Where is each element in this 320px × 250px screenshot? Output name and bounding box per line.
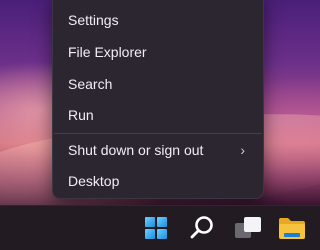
menu-separator bbox=[54, 133, 262, 134]
menu-item-file-explorer[interactable]: File Explorer bbox=[53, 37, 263, 67]
file-explorer-icon bbox=[279, 218, 305, 239]
menu-item-shut-down-or-sign-out[interactable]: Shut down or sign out › bbox=[53, 135, 263, 165]
search-button[interactable] bbox=[186, 212, 218, 244]
menu-item-label: Settings bbox=[68, 12, 119, 28]
file-explorer-taskbar-button[interactable] bbox=[276, 212, 308, 244]
menu-item-search[interactable]: Search bbox=[53, 69, 263, 99]
power-user-menu: Settings File Explorer Search Run Shut d… bbox=[52, 0, 264, 199]
menu-item-label: Desktop bbox=[68, 173, 120, 189]
menu-item-settings[interactable]: Settings bbox=[53, 5, 263, 35]
search-icon bbox=[190, 216, 213, 239]
taskbar bbox=[0, 205, 320, 250]
menu-item-desktop[interactable]: Desktop bbox=[53, 166, 263, 196]
menu-item-label: File Explorer bbox=[68, 44, 147, 60]
screen: Settings File Explorer Search Run Shut d… bbox=[0, 0, 320, 250]
menu-item-label: Run bbox=[68, 107, 94, 123]
windows-start-icon bbox=[145, 217, 167, 239]
menu-item-run[interactable]: Run bbox=[53, 100, 263, 130]
menu-item-label: Shut down or sign out bbox=[68, 142, 204, 158]
menu-item-label: Search bbox=[68, 76, 113, 92]
chevron-right-icon: › bbox=[240, 142, 245, 158]
start-button[interactable] bbox=[140, 212, 172, 244]
task-view-icon bbox=[235, 217, 261, 238]
task-view-button[interactable] bbox=[232, 212, 264, 244]
